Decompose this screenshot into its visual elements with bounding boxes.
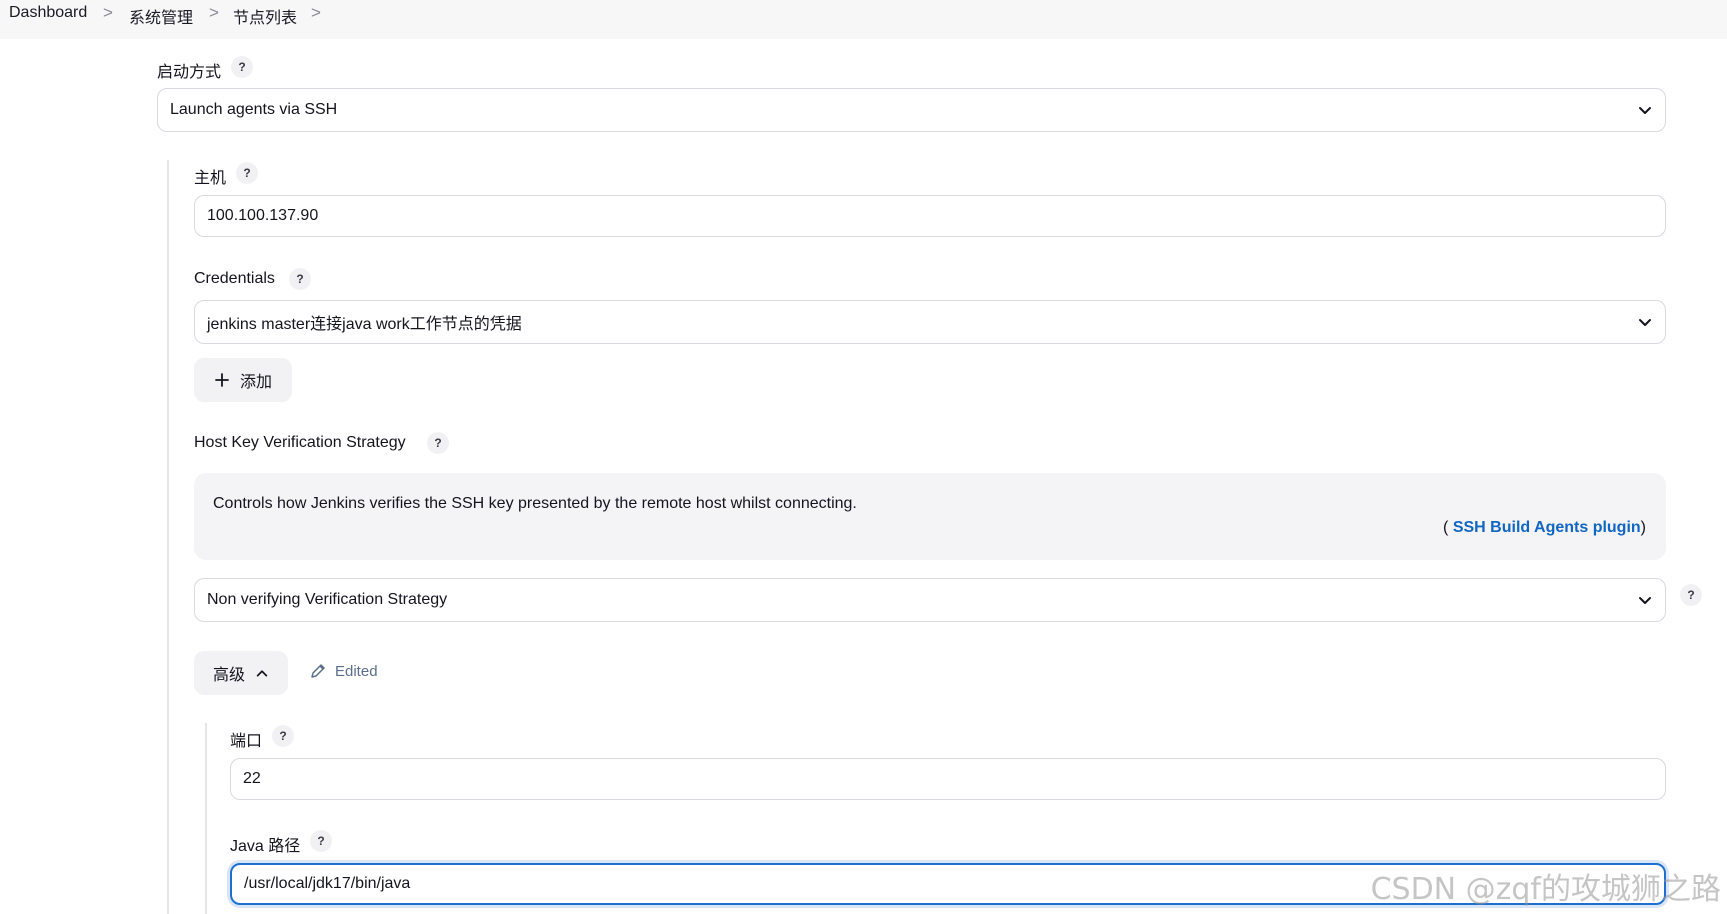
credentials-label: Credentials: [194, 270, 275, 287]
host-label: 主机: [194, 170, 227, 187]
chevron-down-icon: [1639, 107, 1651, 114]
launch-method-label: 启动方式: [157, 64, 222, 81]
java-path-label: Java 路径: [230, 838, 301, 855]
ssh-build-agents-plugin-link[interactable]: SSH Build Agents plugin: [1453, 519, 1641, 536]
port-value: 22: [243, 770, 261, 787]
chevron-right-icon: >: [311, 3, 321, 22]
advanced-toggle-button[interactable]: 高级: [194, 651, 288, 695]
launch-method-select[interactable]: Launch agents via SSH: [157, 88, 1666, 132]
add-credentials-button[interactable]: 添加: [194, 358, 292, 402]
breadcrumb-item-dashboard[interactable]: Dashboard: [9, 4, 87, 22]
breadcrumb-item-nodes[interactable]: 节点列表: [233, 4, 297, 28]
host-key-strategy-value: Non verifying Verification Strategy: [207, 591, 448, 608]
credentials-select[interactable]: jenkins master连接java work工作节点的凭据: [194, 300, 1666, 344]
pencil-icon: [311, 664, 325, 678]
edited-label: Edited: [335, 662, 378, 680]
host-key-strategy-select[interactable]: Non verifying Verification Strategy: [194, 578, 1666, 622]
host-key-label: Host Key Verification Strategy: [194, 434, 406, 451]
host-key-strategy-help-icon[interactable]: ?: [1680, 584, 1702, 606]
host-value: 100.100.137.90: [207, 207, 319, 224]
credentials-help-icon[interactable]: ?: [289, 268, 311, 290]
host-key-description: Controls how Jenkins verifies the SSH ke…: [213, 495, 857, 512]
chevron-down-icon: [1639, 319, 1651, 326]
breadcrumb-item-system[interactable]: 系统管理: [129, 4, 193, 28]
csdn-watermark: CSDN @zqf的攻城狮之路: [1370, 872, 1721, 907]
edited-indicator: Edited: [309, 662, 378, 680]
credentials-value: jenkins master连接java work工作节点的凭据: [207, 316, 522, 333]
host-key-help-icon[interactable]: ?: [427, 432, 449, 454]
advanced-label: 高级: [212, 667, 245, 684]
nested-section-line: [167, 160, 169, 914]
host-help-icon[interactable]: ?: [236, 162, 258, 184]
host-input[interactable]: 100.100.137.90: [194, 195, 1666, 237]
advanced-section-line: [205, 723, 207, 914]
plugin-reference: ( SSH Build Agents plugin): [1443, 519, 1646, 537]
port-label: 端口: [230, 733, 263, 750]
add-credentials-label: 添加: [239, 374, 272, 391]
chevron-right-icon: >: [103, 3, 113, 22]
java-path-help-icon[interactable]: ?: [310, 830, 332, 852]
chevron-right-icon: >: [209, 3, 219, 22]
plugin-close-paren: ): [1640, 519, 1646, 536]
plugin-open-paren: (: [1443, 519, 1449, 536]
port-input[interactable]: 22: [230, 758, 1666, 800]
launch-method-value: Launch agents via SSH: [170, 101, 338, 118]
chevron-up-icon: [256, 670, 268, 677]
java-path-value: /usr/local/jdk17/bin/java: [244, 875, 411, 892]
plus-icon: [215, 373, 229, 387]
chevron-down-icon: [1639, 597, 1651, 604]
host-key-description-box: [194, 473, 1666, 560]
port-help-icon[interactable]: ?: [272, 725, 294, 747]
launch-method-help-icon[interactable]: ?: [231, 56, 253, 78]
